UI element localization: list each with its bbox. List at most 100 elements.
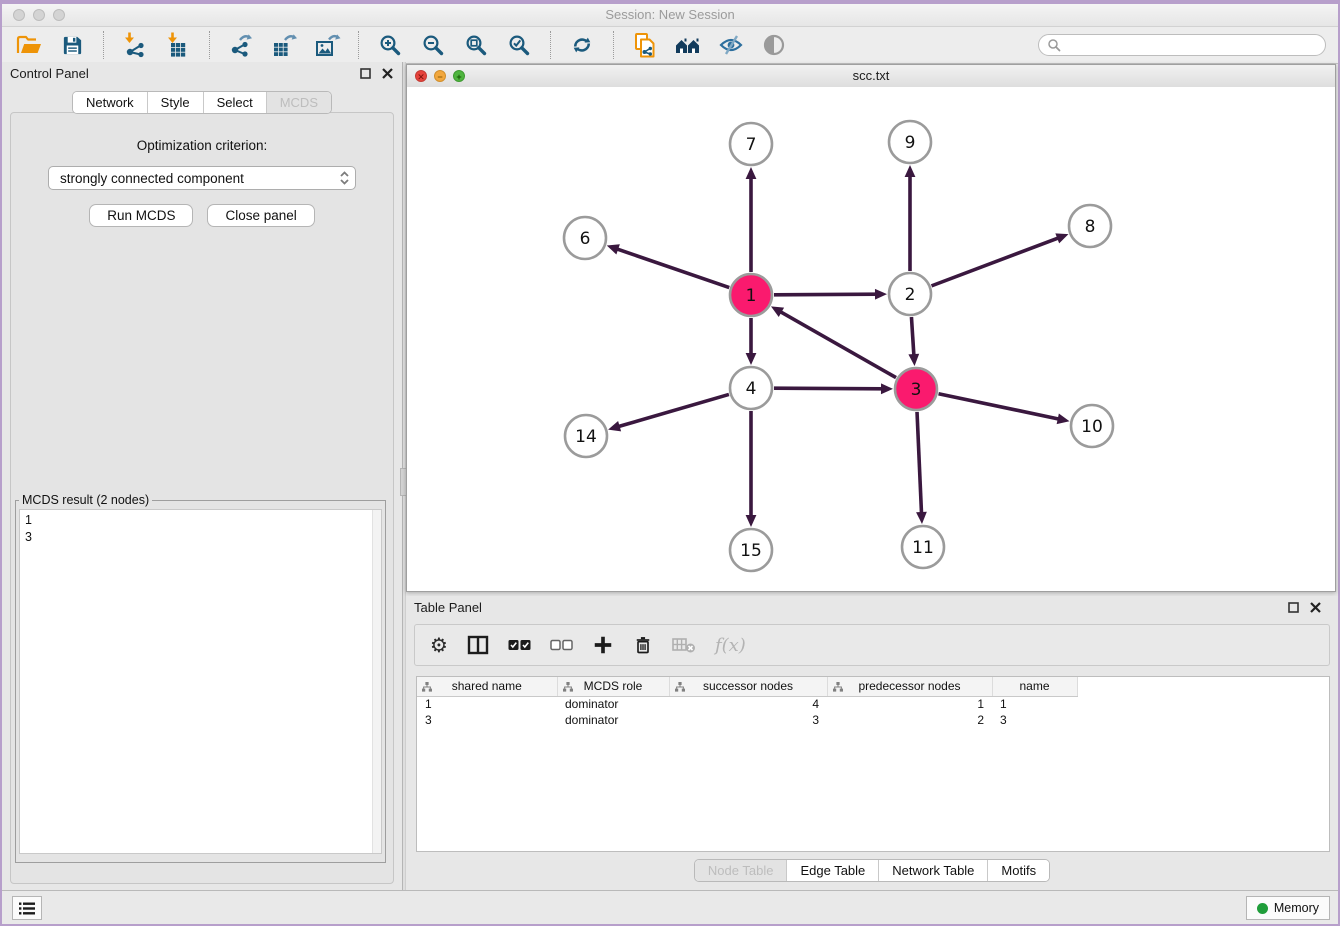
import-network-button[interactable] bbox=[120, 31, 150, 59]
home-button[interactable] bbox=[673, 31, 703, 59]
mcds-panel: Optimization criterion: strongly connect… bbox=[10, 112, 394, 884]
show-hide-graphics-button[interactable] bbox=[716, 31, 746, 59]
table-cell[interactable]: dominator bbox=[557, 696, 669, 712]
task-history-button[interactable] bbox=[12, 896, 42, 920]
table-cell[interactable]: 3 bbox=[417, 712, 557, 728]
tab-select[interactable]: Select bbox=[204, 92, 267, 113]
table-row[interactable]: 1dominator411 bbox=[417, 696, 1093, 712]
export-table-button[interactable] bbox=[269, 31, 299, 59]
tab-style[interactable]: Style bbox=[148, 92, 204, 113]
add-row-button[interactable] bbox=[592, 634, 614, 656]
mcds-result-text[interactable]: 13 bbox=[19, 509, 382, 854]
graph-edge-arrowhead bbox=[746, 353, 757, 365]
close-panel-icon[interactable] bbox=[382, 68, 393, 79]
deselect-all-button[interactable] bbox=[550, 639, 573, 651]
tab-edge-table[interactable]: Edge Table bbox=[787, 860, 879, 881]
zoom-out-button[interactable] bbox=[418, 31, 448, 59]
clone-network-button[interactable] bbox=[630, 31, 660, 59]
tab-network-table[interactable]: Network Table bbox=[879, 860, 988, 881]
table-cell[interactable]: 1 bbox=[827, 696, 992, 712]
network-minimize-button[interactable]: − bbox=[434, 70, 446, 82]
graph-node-label: 15 bbox=[740, 541, 762, 561]
network-graph[interactable]: 1234678910111415 bbox=[407, 87, 1335, 591]
zoom-fit-button[interactable] bbox=[461, 31, 491, 59]
column-header-MCDS-role[interactable]: MCDS role bbox=[557, 677, 669, 696]
graph-edge[interactable] bbox=[618, 394, 729, 426]
app-zoom-button[interactable] bbox=[53, 9, 65, 21]
export-table-icon bbox=[271, 32, 298, 58]
table-cell[interactable]: 1 bbox=[992, 696, 1077, 712]
graph-edge[interactable] bbox=[932, 238, 1060, 286]
network-close-button[interactable]: ✕ bbox=[415, 70, 427, 82]
select-all-button[interactable] bbox=[508, 639, 531, 651]
toolbar-separator bbox=[550, 31, 551, 59]
table-cell[interactable]: 3 bbox=[669, 712, 827, 728]
table-settings-button[interactable]: ⚙ bbox=[430, 635, 448, 655]
refresh-layout-button[interactable] bbox=[567, 31, 597, 59]
column-header-successor-nodes[interactable]: successor nodes bbox=[669, 677, 827, 696]
tab-node-table[interactable]: Node Table bbox=[695, 860, 788, 881]
graph-edge[interactable] bbox=[774, 388, 883, 389]
graph-edge[interactable] bbox=[939, 394, 1060, 419]
toolbar-separator bbox=[209, 31, 210, 59]
export-image-button[interactable] bbox=[312, 31, 342, 59]
graph-edge[interactable] bbox=[774, 294, 877, 295]
network-window-titlebar[interactable]: ✕ − + scc.txt bbox=[407, 65, 1335, 88]
float-panel-icon[interactable] bbox=[1288, 602, 1299, 613]
graph-node-label: 14 bbox=[575, 427, 597, 447]
open-session-button[interactable] bbox=[14, 31, 44, 59]
graph-edge-arrowhead bbox=[746, 515, 757, 527]
table-panel-title: Table Panel bbox=[406, 596, 1338, 620]
main-toolbar bbox=[2, 27, 1338, 64]
column-header-shared-name[interactable]: shared name bbox=[417, 677, 557, 696]
export-network-button[interactable] bbox=[226, 31, 256, 59]
graph-edge[interactable] bbox=[780, 311, 896, 377]
float-panel-icon[interactable] bbox=[360, 68, 371, 79]
table-row[interactable]: 3dominator323 bbox=[417, 712, 1093, 728]
tab-network[interactable]: Network bbox=[73, 92, 148, 113]
zoom-selected-button[interactable] bbox=[504, 31, 534, 59]
table-cell[interactable]: dominator bbox=[557, 712, 669, 728]
folder-open-icon bbox=[16, 33, 42, 57]
close-panel-button[interactable]: Close panel bbox=[207, 204, 314, 227]
tab-motifs[interactable]: Motifs bbox=[988, 860, 1049, 881]
import-table-button[interactable] bbox=[163, 31, 193, 59]
graph-edge[interactable] bbox=[616, 249, 729, 288]
delete-row-button[interactable] bbox=[633, 634, 653, 656]
column-header-name[interactable]: name bbox=[992, 677, 1077, 696]
graph-node-label: 4 bbox=[746, 379, 757, 399]
network-canvas[interactable]: 1234678910111415 bbox=[407, 87, 1335, 591]
show-columns-button[interactable] bbox=[467, 635, 489, 655]
memory-button[interactable]: Memory bbox=[1246, 896, 1330, 920]
tab-mcds[interactable]: MCDS bbox=[267, 92, 331, 113]
table-panel-tabs: Node TableEdge TableNetwork TableMotifs bbox=[406, 859, 1338, 882]
search-input[interactable] bbox=[1067, 37, 1317, 53]
column-header-predecessor-nodes[interactable]: predecessor nodes bbox=[827, 677, 992, 696]
table-cell[interactable]: 1 bbox=[417, 696, 557, 712]
export-network-icon bbox=[228, 32, 254, 58]
function-builder-button[interactable]: f(x) bbox=[715, 635, 746, 656]
search-icon bbox=[1047, 38, 1061, 52]
node-table[interactable]: shared nameMCDS rolesuccessor nodesprede… bbox=[416, 676, 1330, 852]
table-cell[interactable]: 2 bbox=[827, 712, 992, 728]
table-panel: Table Panel ⚙ f(x) shared nameMCDS roles… bbox=[406, 596, 1338, 890]
close-panel-icon[interactable] bbox=[1310, 602, 1321, 613]
delete-column-button[interactable] bbox=[672, 636, 696, 654]
graph-edge-arrowhead bbox=[1057, 414, 1070, 425]
graph-edge[interactable] bbox=[911, 317, 913, 356]
run-mcds-button[interactable]: Run MCDS bbox=[89, 204, 193, 227]
table-cell[interactable]: 3 bbox=[992, 712, 1077, 728]
refresh-icon bbox=[570, 33, 594, 57]
optimization-criterion-select[interactable]: strongly connected component bbox=[48, 166, 356, 190]
app-close-button[interactable] bbox=[13, 9, 25, 21]
app-minimize-button[interactable] bbox=[33, 9, 45, 21]
graph-edge[interactable] bbox=[917, 412, 922, 514]
zoom-in-button[interactable] bbox=[375, 31, 405, 59]
result-scrollbar[interactable] bbox=[372, 510, 381, 853]
network-zoom-button[interactable]: + bbox=[453, 70, 465, 82]
birds-eye-view-button[interactable] bbox=[759, 31, 789, 59]
save-session-button[interactable] bbox=[57, 31, 87, 59]
table-cell[interactable]: 4 bbox=[669, 696, 827, 712]
search-field[interactable] bbox=[1038, 34, 1326, 56]
save-icon bbox=[61, 34, 84, 57]
